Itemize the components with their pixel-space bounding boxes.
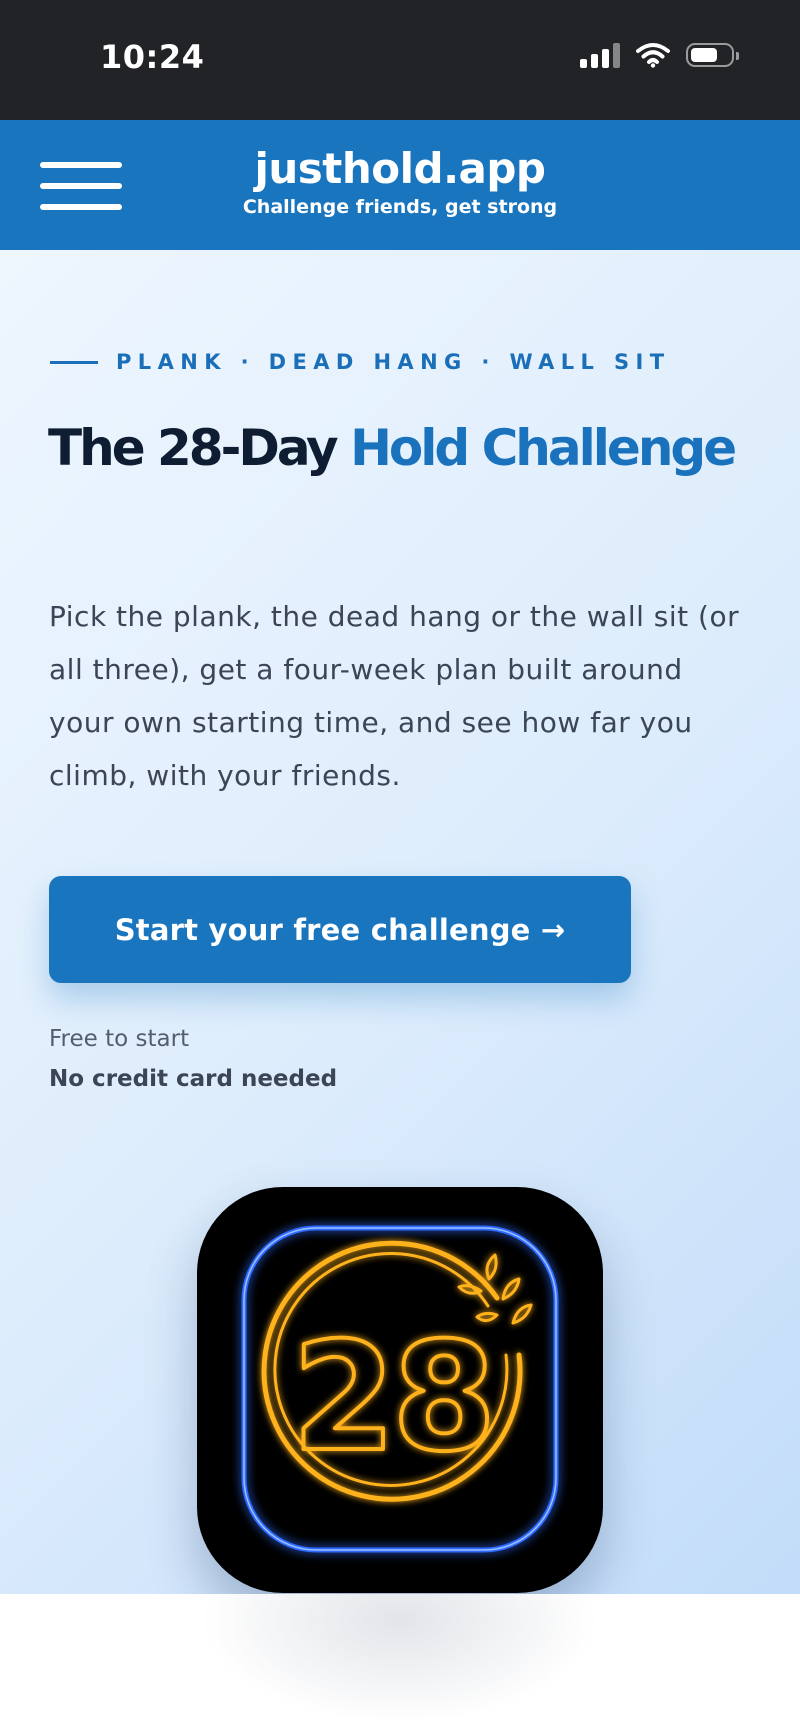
- free-note: Free to start: [49, 1026, 190, 1052]
- hamburger-menu-icon[interactable]: [40, 162, 122, 210]
- icon-shadow: [200, 1594, 600, 1724]
- no-card-note: No credit card needed: [49, 1066, 338, 1092]
- headline-accent: Hold Challenge: [350, 419, 737, 477]
- app-icon-number: 28: [292, 1311, 493, 1485]
- wifi-icon: [636, 42, 670, 68]
- app-icon: 28: [197, 1187, 603, 1593]
- hero-description: Pick the plank, the dead hang or the wal…: [49, 600, 740, 792]
- brand[interactable]: justhold.app Challenge friends, get stro…: [200, 144, 600, 220]
- laurel-badge-icon: 28: [261, 1240, 533, 1502]
- status-icons: [580, 42, 739, 68]
- eyebrow-divider: [50, 360, 98, 364]
- status-time: 10:24: [100, 38, 205, 76]
- eyebrow-text: PLANK · DEAD HANG · WALL SIT: [116, 350, 671, 374]
- page-title: The 28-Day Hold Challenge: [48, 418, 737, 478]
- app-header: justhold.app Challenge friends, get stro…: [0, 120, 800, 250]
- hero-section: PLANK · DEAD HANG · WALL SIT The 28-Day …: [0, 250, 800, 1594]
- headline-main: The 28-Day: [48, 419, 339, 477]
- cellular-signal-icon: [580, 42, 620, 68]
- eyebrow: PLANK · DEAD HANG · WALL SIT: [50, 350, 671, 374]
- brand-title: justhold.app: [254, 144, 546, 193]
- battery-icon: [686, 43, 739, 67]
- status-bar: 10:24: [0, 0, 800, 120]
- brand-tagline: Challenge friends, get strong: [242, 196, 558, 218]
- start-challenge-button[interactable]: Start your free challenge →: [49, 876, 631, 983]
